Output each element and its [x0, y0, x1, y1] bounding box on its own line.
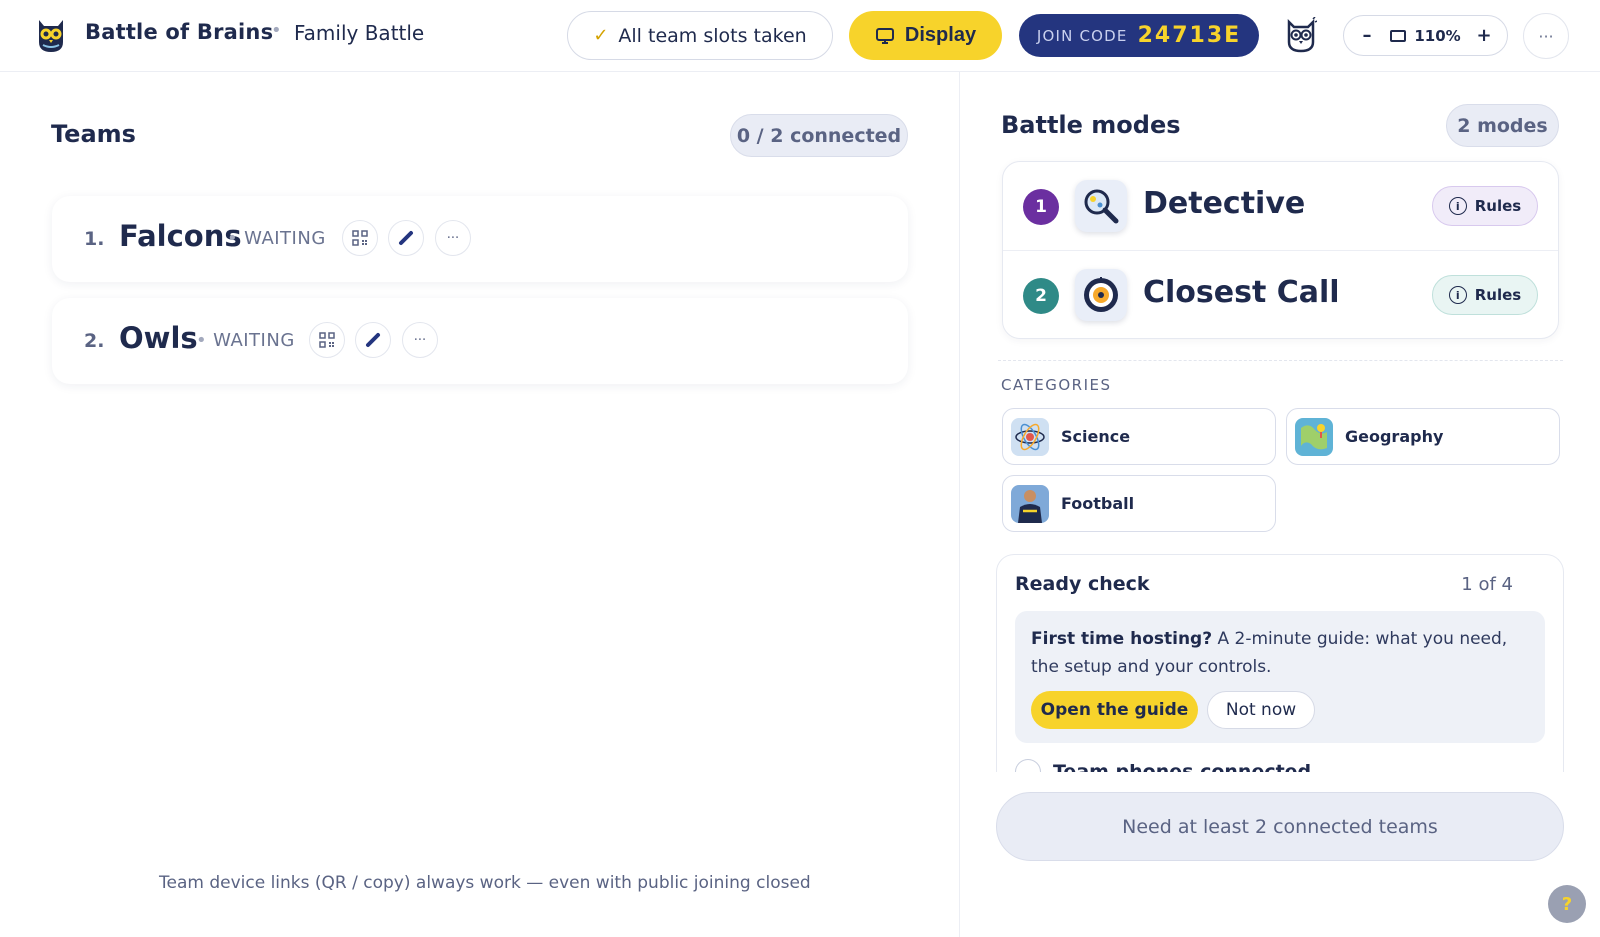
guide-text: First time hosting? A 2-minute guide: wh… [1031, 625, 1531, 681]
qr-code-icon [319, 332, 335, 348]
mode-row-detective[interactable]: 1 Detective i Rules [1003, 162, 1558, 250]
team-card-falcons: 1. Falcons • WAITING ··· [52, 196, 908, 282]
team-number: 1. [84, 228, 105, 250]
copy-link-button[interactable] [355, 322, 391, 358]
ready-check-panel: Ready check 1 of 4 First time hosting? A… [996, 554, 1564, 772]
team-more-button[interactable]: ··· [435, 220, 471, 256]
modes-count-badge: 2 modes [1446, 104, 1559, 147]
panel-divider [959, 72, 960, 937]
connected-count-badge: 0 / 2 connected [730, 114, 908, 157]
check-icon: ✓ [593, 25, 609, 46]
game-name: Family Battle [294, 21, 425, 45]
ready-check-item: Team phones connected [1015, 759, 1311, 772]
category-name: Geography [1345, 427, 1444, 446]
map-icon [1295, 417, 1333, 456]
link-icon [366, 333, 380, 347]
mode-name: Closest Call [1143, 275, 1340, 310]
team-status: • WAITING [196, 330, 295, 351]
zoom-control: – 110% + [1343, 15, 1508, 56]
team-status: • WAITING [227, 228, 326, 249]
rules-button-closest-call[interactable]: i Rules [1432, 275, 1538, 315]
magnifier-icon [1075, 180, 1127, 232]
monitor-icon [875, 27, 894, 44]
join-code-pill[interactable]: JOIN CODE 24713E [1019, 14, 1259, 57]
category-geography[interactable]: Geography [1286, 408, 1560, 465]
category-name: Football [1061, 494, 1135, 513]
guide-heading: First time hosting? [1031, 629, 1213, 649]
info-icon: i [1448, 197, 1467, 215]
device-links-note: Team device links (QR / copy) always wor… [159, 873, 811, 893]
football-player-icon [1011, 484, 1049, 523]
categories-label: CATEGORIES [1001, 376, 1112, 394]
target-icon [1075, 269, 1127, 321]
team-number: 2. [84, 330, 105, 352]
mode-index: 2 [1023, 278, 1059, 314]
zoom-in-button[interactable]: + [1473, 25, 1495, 46]
ready-check-count: 1 of 4 [1461, 574, 1513, 595]
not-now-button[interactable]: Not now [1207, 691, 1315, 729]
qr-code-button[interactable] [309, 322, 345, 358]
science-icon [1011, 417, 1049, 456]
rules-label: Rules [1474, 286, 1522, 304]
team-status-label: WAITING [213, 330, 295, 351]
battle-modes-title: Battle modes [1001, 111, 1181, 139]
join-code-value: 24713E [1137, 23, 1242, 48]
link-icon [399, 231, 413, 245]
info-icon: i [1448, 286, 1467, 304]
owl-logo-icon [39, 20, 63, 52]
rules-button-detective[interactable]: i Rules [1432, 186, 1538, 226]
title-separator: • [271, 20, 282, 41]
screen-icon [1390, 29, 1407, 42]
hosting-guide-callout: First time hosting? A 2-minute guide: wh… [1015, 611, 1545, 743]
teams-title: Teams [51, 120, 136, 148]
team-status-label: WAITING [244, 228, 326, 249]
category-name: Science [1061, 427, 1131, 446]
join-code-label: JOIN CODE [1036, 26, 1128, 45]
qr-code-icon [352, 230, 368, 246]
rules-label: Rules [1474, 197, 1522, 215]
qr-code-button[interactable] [342, 220, 378, 256]
help-button[interactable]: ? [1548, 885, 1586, 923]
owl-mascot-icon[interactable] [1285, 17, 1317, 53]
top-bar: Battle of Brains • Family Battle ✓ All t… [0, 0, 1600, 72]
display-button[interactable]: Display [849, 11, 1002, 60]
team-card-owls: 2. Owls • WAITING ··· [52, 298, 908, 384]
mode-row-closest-call[interactable]: 2 Closest Call i Rules [1003, 250, 1558, 338]
mode-name: Detective [1143, 186, 1306, 221]
team-more-button[interactable]: ··· [402, 322, 438, 358]
unchecked-circle-icon [1015, 759, 1041, 772]
team-name: Falcons [119, 219, 242, 253]
mode-index: 1 [1023, 189, 1059, 225]
battle-modes-list: 1 Detective i Rules 2 Closest Call i Rul… [1002, 161, 1559, 339]
category-science[interactable]: Science [1002, 408, 1276, 465]
status-dot-icon: • [227, 228, 239, 249]
copy-link-button[interactable] [388, 220, 424, 256]
team-name: Owls [119, 321, 198, 355]
zoom-value: 110% [1414, 26, 1461, 45]
ready-check-item-label: Team phones connected [1053, 761, 1312, 772]
start-battle-button[interactable]: Need at least 2 connected teams [996, 792, 1564, 861]
ready-check-title: Ready check [1015, 573, 1150, 595]
team-slots-status[interactable]: ✓ All team slots taken [567, 11, 833, 60]
section-divider [998, 360, 1563, 361]
zoom-out-button[interactable]: – [1356, 25, 1378, 46]
more-menu-button[interactable]: ··· [1523, 13, 1569, 59]
open-guide-button[interactable]: Open the guide [1031, 691, 1198, 729]
team-slots-label: All team slots taken [618, 24, 807, 47]
category-football[interactable]: Football [1002, 475, 1276, 532]
app-title: Battle of Brains [85, 20, 274, 44]
display-label: Display [904, 24, 977, 46]
status-dot-icon: • [196, 330, 208, 351]
zoom-level[interactable]: 110% [1390, 26, 1461, 45]
